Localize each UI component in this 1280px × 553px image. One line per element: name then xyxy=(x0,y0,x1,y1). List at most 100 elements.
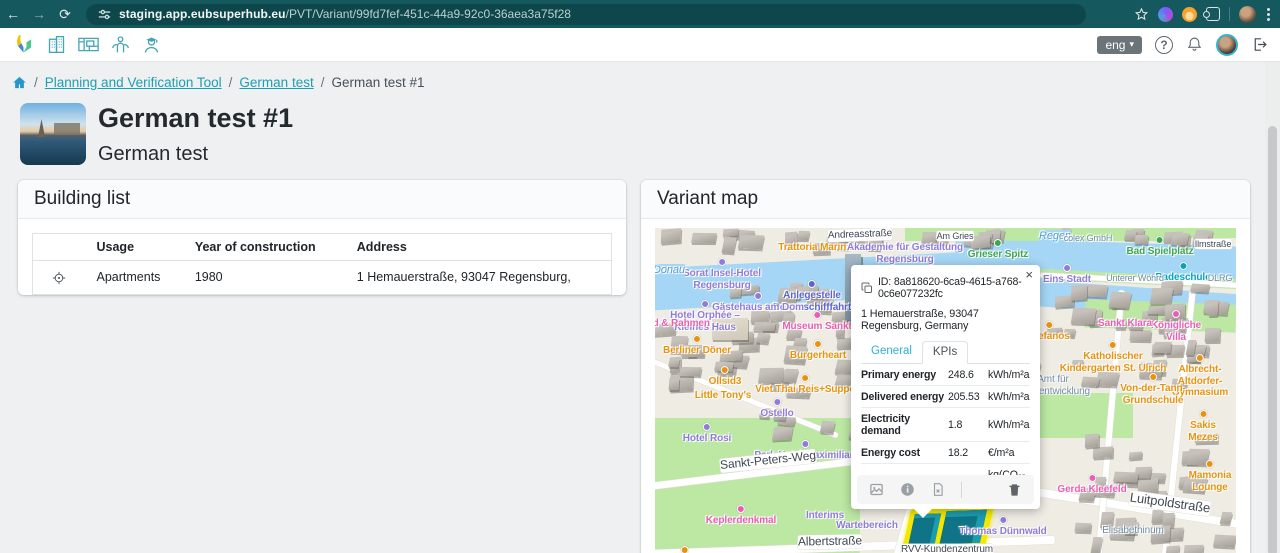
extension-icon[interactable] xyxy=(1158,7,1173,22)
building-usage: Apartments xyxy=(85,261,183,295)
map-poi-label: colex GmbH xyxy=(1064,233,1113,243)
map-poi-label: Sankt Klara xyxy=(1098,318,1152,330)
kpi-label: Primary energy xyxy=(861,369,945,381)
map-poi-label: Thomas Dünnwald xyxy=(959,516,1046,538)
tab-kpis[interactable]: KPIs xyxy=(922,341,968,364)
toolbar-divider xyxy=(1229,7,1230,21)
copy-icon[interactable] xyxy=(861,282,873,294)
building-address: 1 Hemauerstraße, 93047 Regensburg, xyxy=(345,261,612,295)
browser-profile-avatar[interactable] xyxy=(1239,6,1256,23)
building-row[interactable]: Apartments19801 Hemauerstraße, 93047 Reg… xyxy=(33,261,612,295)
map-poi-label: Trattoria Marina xyxy=(778,242,851,254)
kpi-value: 1.8 xyxy=(948,419,985,431)
close-icon[interactable]: × xyxy=(1025,267,1033,282)
kpi-label: Electricity demand xyxy=(861,413,945,437)
verification-module-icon[interactable] xyxy=(110,34,131,55)
building-id: ID: 8a818620-6ca9-4615-a768-0c6e077232fc xyxy=(878,276,1030,300)
building-table: Usage Year of construction Address Apart… xyxy=(32,233,612,295)
locate-building-icon[interactable] xyxy=(52,270,66,284)
map-poi-label: Von-der-Tann- Grundschule xyxy=(1120,373,1186,406)
browser-menu-icon[interactable] xyxy=(1265,6,1272,23)
browser-reload-icon[interactable]: ⟳ xyxy=(52,6,78,23)
map-poi-label: Königliche Villa xyxy=(1146,310,1206,343)
breadcrumb: / Planning and Verification Tool / Germa… xyxy=(12,75,425,90)
map-poi-label: Ollsid3 xyxy=(709,366,742,388)
buildings-module-icon[interactable] xyxy=(46,34,67,55)
building-address: 1 Hemauerstraße, 93047 Regensburg, Germa… xyxy=(851,300,1040,332)
training-module-icon[interactable] xyxy=(141,34,162,55)
extensions-puzzle-icon[interactable] xyxy=(1206,7,1220,21)
map-poi-label: Gerda Kleefeld xyxy=(1057,474,1126,496)
help-icon[interactable]: ? xyxy=(1155,36,1173,54)
column-header-address: Address xyxy=(345,234,612,261)
map-poi-label: Anlegestelle Donauschifffahrt xyxy=(773,280,851,313)
breadcrumb-link-project[interactable]: German test xyxy=(239,75,313,90)
map-poi-label: Milchschwammerl xyxy=(655,546,727,553)
map-poi-label: Katholischer Kindergarten St. Ulrich xyxy=(1060,341,1167,374)
kpi-value: 18.2 xyxy=(948,447,985,459)
report-file-icon[interactable] xyxy=(931,482,945,497)
browser-toolbar: ← → ⟳ staging.app.eubsuperhub.eu/PVT/Var… xyxy=(0,0,1280,28)
user-avatar[interactable] xyxy=(1216,34,1238,56)
kpi-row: Electricity demand1.8kWh/m²a xyxy=(861,408,1030,442)
map-poi-label: Burgerheart xyxy=(790,340,846,362)
map-poi-label: Interims xyxy=(806,510,844,522)
map-poi-label: Luitpoldstraße xyxy=(1129,490,1211,516)
url-host: staging.app.eubsuperhub.eu xyxy=(119,7,286,21)
variant-map[interactable]: AndreasstraßeAm GriesTrattoria MarinaAka… xyxy=(655,228,1236,553)
building-year: 1980 xyxy=(183,261,345,295)
map-poi-label: Hotel Rosi xyxy=(683,423,731,445)
chevron-down-icon: ▾ xyxy=(1129,39,1134,50)
map-poi-label: Donau xyxy=(655,264,685,277)
map-poi-label: Bild & Rahmen xyxy=(655,318,710,330)
map-poi-label: Ilmstraße xyxy=(1195,239,1232,249)
kpi-unit: kWh/m²a xyxy=(988,391,1030,403)
address-bar[interactable]: staging.app.eubsuperhub.eu/PVT/Variant/9… xyxy=(86,4,1086,25)
breadcrumb-current: German test #1 xyxy=(331,75,424,90)
map-poi-label: Gästehaus am Dom xyxy=(712,292,804,314)
extension-pet-icon[interactable] xyxy=(1182,7,1197,22)
plan-module-icon[interactable] xyxy=(77,34,100,55)
page-subtitle: German test xyxy=(98,143,293,166)
browser-forward-icon[interactable]: → xyxy=(26,6,52,22)
footer-divider xyxy=(961,482,962,498)
tab-general[interactable]: General xyxy=(861,341,922,363)
kpi-unit: kWh/m²a xyxy=(988,419,1030,431)
kpi-row: Energy cost18.2€/m²a xyxy=(861,442,1030,464)
map-poi-label: Keplerdenkmal xyxy=(706,505,776,527)
map-poi-label: Albertstraße xyxy=(798,534,862,549)
map-poi-label: DLRG xyxy=(1208,273,1233,283)
scrollbar-thumb[interactable] xyxy=(1268,126,1277,553)
kpi-unit: kWh/m²a xyxy=(988,369,1030,381)
image-icon[interactable] xyxy=(869,482,884,497)
map-poi-label: Museum Sankt xyxy=(782,311,851,333)
column-header-year: Year of construction xyxy=(183,234,345,261)
notifications-bell-icon[interactable] xyxy=(1186,36,1203,53)
breadcrumb-link-pvt[interactable]: Planning and Verification Tool xyxy=(45,75,222,90)
app-header: eng ▾ ? xyxy=(0,28,1280,62)
browser-back-icon[interactable]: ← xyxy=(0,6,26,22)
bookmark-star-icon[interactable] xyxy=(1134,7,1149,22)
map-poi-label: Mamonia Lounge xyxy=(1189,460,1232,493)
info-icon[interactable] xyxy=(900,482,915,497)
trash-icon[interactable] xyxy=(1007,482,1022,498)
site-settings-icon[interactable] xyxy=(98,8,111,21)
map-poi-label: Elisabethinum xyxy=(1102,525,1164,537)
map-poi-label: Unterer Wöhrd xyxy=(1106,273,1164,283)
app-logo[interactable] xyxy=(12,33,36,57)
map-poi-label: Sankt-Peters-Weg xyxy=(719,449,816,473)
kpi-row: Delivered energy205.53kWh/m²a xyxy=(861,386,1030,408)
map-poi-label: Little Tony's xyxy=(695,390,751,402)
language-selector[interactable]: eng ▾ xyxy=(1097,36,1142,54)
home-icon[interactable] xyxy=(12,75,27,90)
map-poi-label: Berliner Döner xyxy=(663,335,731,357)
variant-map-title: Variant map xyxy=(641,180,1250,219)
map-poi-label: Wartebereich xyxy=(836,520,898,532)
popup-footer xyxy=(857,475,1034,504)
url-path: /PVT/Variant/99fd7fef-451c-44a9-92c0-36a… xyxy=(286,7,571,21)
logout-icon[interactable] xyxy=(1251,36,1268,53)
page-scrollbar[interactable] xyxy=(1265,62,1280,553)
map-poi-label: Hotel Orphée – Kleines Haus xyxy=(670,300,740,333)
popup-tabs: General KPIs xyxy=(861,341,1030,364)
building-table-body: Apartments19801 Hemauerstraße, 93047 Reg… xyxy=(33,261,612,295)
